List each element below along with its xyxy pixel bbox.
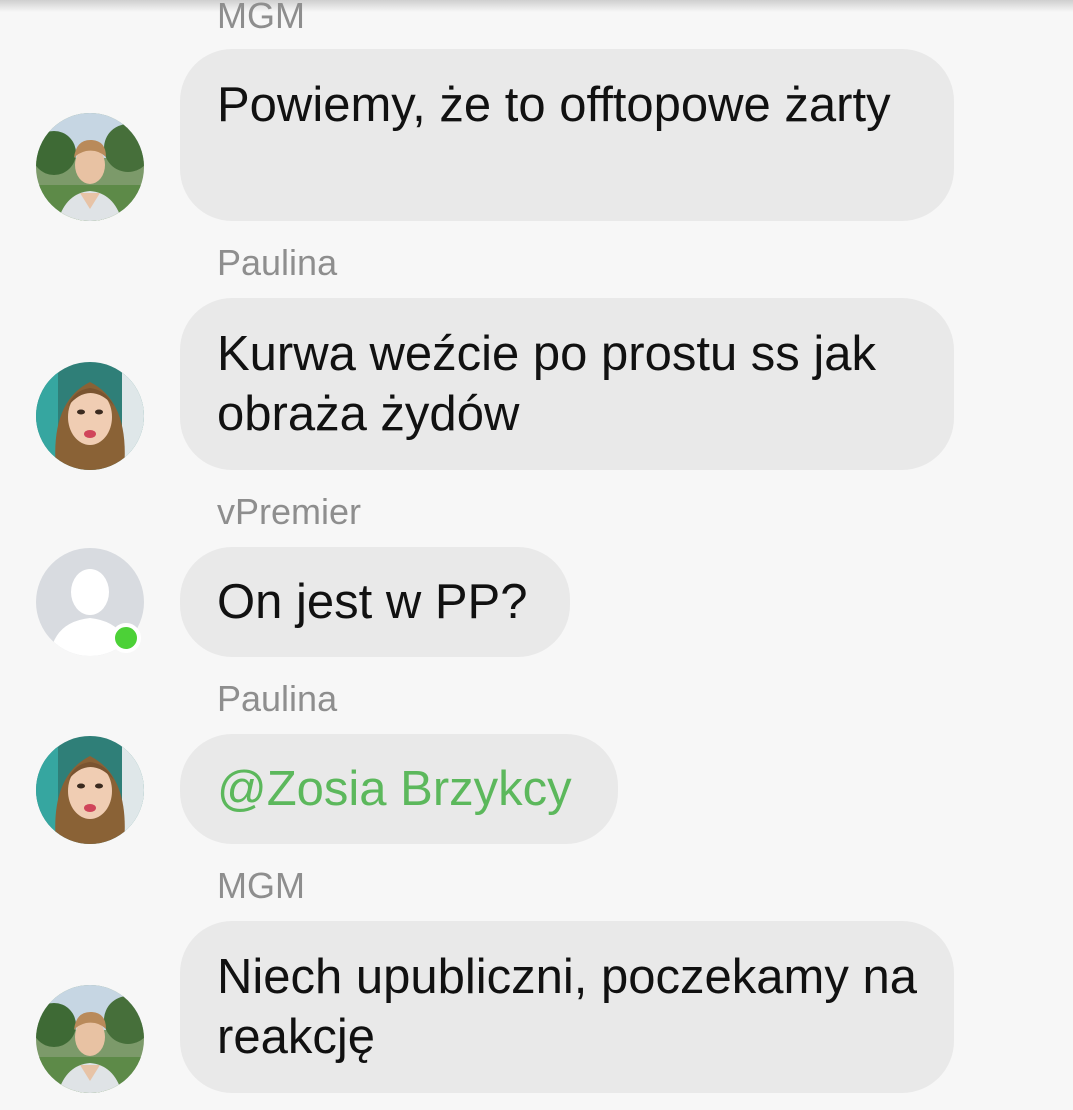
avatar-mgm[interactable]	[36, 113, 144, 221]
message-text: Kurwa weźcie po prostu ss jak obraża żyd…	[217, 327, 877, 441]
sender-name: MGM	[217, 865, 305, 906]
message-text: On jest w PP?	[217, 575, 528, 629]
message-bubble[interactable]: Powiemy, że to offtopowe żarty	[180, 49, 954, 221]
message-bubble[interactable]: On jest w PP?	[180, 547, 570, 657]
online-status-dot-icon	[111, 623, 141, 653]
sender-name: vPremier	[217, 491, 362, 532]
mention-link[interactable]: @Zosia Brzykcy	[217, 759, 581, 819]
user-photo-man-icon	[36, 113, 144, 221]
avatar-mgm[interactable]	[36, 985, 144, 1093]
avatar-paulina[interactable]	[36, 362, 144, 470]
avatar-paulina[interactable]	[36, 736, 144, 844]
message-bubble[interactable]: Kurwa weźcie po prostu ss jak obraża żyd…	[180, 298, 954, 470]
top-shadow	[0, 0, 1073, 12]
user-photo-woman-icon	[36, 362, 144, 470]
sender-name: MGM	[217, 0, 305, 36]
user-photo-man-icon	[36, 985, 144, 1093]
sender-name: Paulina	[217, 242, 338, 283]
message-text: Powiemy, że to offtopowe żarty	[217, 78, 891, 132]
sender-name: Paulina	[217, 678, 338, 719]
message-bubble[interactable]: @Zosia Brzykcy	[180, 734, 618, 844]
message-bubble[interactable]: Niech upubliczni, poczekamy na reakcję	[180, 921, 954, 1093]
user-photo-woman-icon	[36, 736, 144, 844]
message-text: Niech upubliczni, poczekamy na reakcję	[217, 950, 917, 1064]
